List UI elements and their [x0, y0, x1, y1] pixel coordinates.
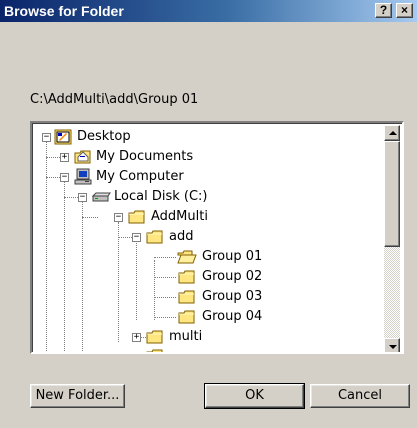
- tree-item-label: add: [169, 229, 194, 244]
- selected-path: C:\AddMulti\add\Group 01: [30, 92, 199, 107]
- tree-item-label: AddMulti: [151, 209, 208, 224]
- tree-connector: [82, 201, 83, 352]
- collapse-toggle[interactable]: −: [60, 173, 69, 182]
- collapse-toggle[interactable]: −: [132, 233, 141, 242]
- folder-icon: [178, 310, 195, 324]
- tree-connector: [154, 257, 176, 258]
- scroll-up-button[interactable]: [384, 125, 400, 141]
- tree-item-label: My Documents: [96, 149, 194, 164]
- folder-icon: [146, 349, 163, 352]
- folder-icon: [128, 210, 145, 224]
- tree-item-label: Local Disk (C:): [114, 189, 208, 204]
- tree-item-label: My Computer: [96, 169, 184, 184]
- folder-icon: [178, 270, 195, 284]
- scroll-thumb[interactable]: [384, 141, 400, 247]
- folder-open-icon: [177, 250, 197, 264]
- tree-connector: [136, 240, 137, 320]
- folder-tree[interactable]: − Desktop + My Documents − My Computer −…: [30, 121, 404, 354]
- folder-icon: [146, 330, 163, 344]
- close-button[interactable]: ×: [396, 3, 413, 18]
- folder-icon: [178, 290, 195, 304]
- cancel-button[interactable]: Cancel: [310, 384, 410, 408]
- computer-icon: [74, 168, 92, 185]
- browse-for-folder-dialog: Browse for Folder ? × C:\AddMulti\add\Gr…: [0, 0, 417, 428]
- tree-connector: [46, 142, 47, 352]
- folder-documents-icon: [74, 150, 91, 164]
- tree-connector: [64, 182, 65, 352]
- dialog-title: Browse for Folder: [4, 3, 124, 19]
- tree-connector: [118, 222, 119, 342]
- tree-connector: [154, 260, 155, 320]
- arrow-up-icon: [389, 131, 397, 135]
- help-button[interactable]: ?: [375, 3, 392, 18]
- collapse-toggle[interactable]: −: [42, 133, 51, 142]
- tree-item-label: Group 02: [202, 269, 263, 284]
- collapse-toggle[interactable]: −: [78, 193, 87, 202]
- tree-item-label: Group 03: [202, 289, 263, 304]
- vertical-scrollbar[interactable]: [384, 125, 400, 352]
- tree-item-label: Group 01: [202, 249, 263, 264]
- ok-button[interactable]: OK: [204, 383, 305, 409]
- tree-item-label: Desktop: [77, 129, 131, 144]
- new-folder-button[interactable]: New Folder...: [30, 384, 125, 408]
- expand-toggle[interactable]: +: [132, 333, 141, 342]
- desktop-icon: [54, 129, 72, 145]
- tree-item-label: Group 04: [202, 309, 263, 324]
- tree-item-label: multi: [169, 329, 203, 344]
- collapse-toggle[interactable]: −: [114, 213, 123, 222]
- tree-connector: [154, 277, 176, 278]
- tree-connector: [82, 217, 98, 218]
- title-bar[interactable]: Browse for Folder ? ×: [0, 0, 417, 22]
- tree-connector: [154, 317, 176, 318]
- folder-icon: [146, 230, 163, 244]
- tree-connector: [154, 297, 176, 298]
- expand-toggle[interactable]: +: [60, 153, 69, 162]
- arrow-down-icon: [389, 345, 397, 349]
- drive-icon: [91, 192, 111, 202]
- scroll-down-button[interactable]: [384, 338, 400, 352]
